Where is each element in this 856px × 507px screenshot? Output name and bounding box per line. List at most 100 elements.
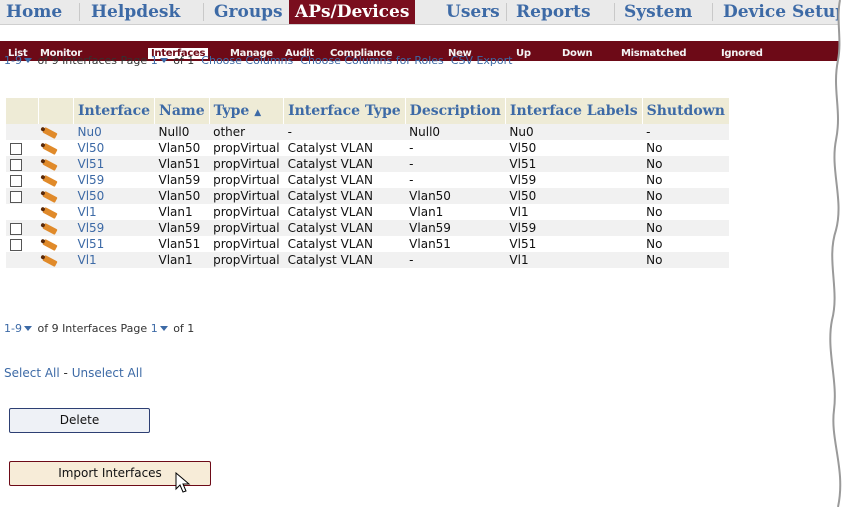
- tab-separator: [712, 3, 713, 21]
- table-row: Vl50 Vlan50 propVirtual Catalyst VLAN Vlan50…: [6, 188, 730, 204]
- cell-name: Vlan1: [154, 252, 210, 268]
- row-edit-cell: [38, 156, 74, 172]
- tab-home[interactable]: Home: [6, 0, 62, 24]
- page-label: Page: [120, 54, 148, 67]
- chevron-down-icon[interactable]: [159, 326, 168, 331]
- pencil-icon[interactable]: [41, 142, 58, 155]
- pencil-icon[interactable]: [41, 158, 58, 171]
- cell-labels: Vl51: [505, 236, 643, 252]
- pencil-icon[interactable]: [41, 174, 58, 187]
- pager-bottom: 1-9 of 9 Interfaces Page 1 of 1: [4, 322, 194, 335]
- cell-interface[interactable]: Vl51: [73, 236, 155, 252]
- cell-labels: Vl1: [505, 252, 643, 268]
- pencil-icon[interactable]: [41, 254, 58, 267]
- page-of: of 1: [173, 322, 195, 335]
- cell-name: Vlan50: [154, 140, 210, 156]
- cell-interface[interactable]: Vl51: [73, 156, 155, 172]
- chevron-down-icon[interactable]: [23, 326, 32, 331]
- cell-shutdown: No: [642, 236, 730, 252]
- row-checkbox[interactable]: [10, 238, 22, 251]
- cell-interface-type: Catalyst VLAN: [283, 140, 406, 156]
- table-row: Vl51 Vlan51 propVirtual Catalyst VLAN Vlan51…: [6, 236, 730, 252]
- torn-edge-decoration: [829, 0, 856, 507]
- selection-separator: -: [59, 366, 72, 380]
- column-header-interface-type[interactable]: Interface Type: [283, 98, 406, 124]
- row-checkbox[interactable]: [10, 174, 22, 187]
- pencil-icon[interactable]: [41, 206, 58, 219]
- delete-button[interactable]: Delete: [9, 408, 150, 433]
- select-column-header: [6, 98, 39, 124]
- cell-name: Vlan59: [154, 172, 210, 188]
- selection-links: Select All - Unselect All: [4, 366, 142, 380]
- subnav-down[interactable]: Down: [562, 48, 593, 59]
- subnav-mismatched[interactable]: Mismatched: [621, 48, 687, 59]
- range-select[interactable]: 1-9: [4, 54, 22, 67]
- cell-interface[interactable]: Vl59: [73, 172, 155, 188]
- tab-helpdesk[interactable]: Helpdesk: [91, 0, 180, 24]
- tab-aps-devices[interactable]: APs/Devices: [289, 0, 416, 24]
- pencil-icon[interactable]: [41, 126, 58, 139]
- row-edit-cell: [38, 140, 74, 156]
- select-all-link[interactable]: Select All: [4, 366, 60, 380]
- cell-interface[interactable]: Vl1: [73, 204, 155, 220]
- pencil-icon[interactable]: [41, 190, 58, 203]
- cell-shutdown: -: [642, 124, 730, 140]
- cell-labels: Vl50: [505, 188, 643, 204]
- row-checkbox[interactable]: [10, 222, 22, 235]
- cell-interface-type: Catalyst VLAN: [283, 188, 406, 204]
- subnav-ignored[interactable]: Ignored: [721, 48, 763, 59]
- row-edit-cell: [38, 204, 74, 220]
- cell-description: -: [405, 156, 506, 172]
- cell-type: propVirtual: [209, 252, 284, 268]
- row-checkbox[interactable]: [10, 142, 22, 155]
- tab-groups[interactable]: Groups: [214, 0, 283, 24]
- cell-interface[interactable]: Vl59: [73, 220, 155, 236]
- column-header-type[interactable]: Type ▲: [209, 98, 285, 124]
- cell-interface[interactable]: Vl50: [73, 140, 155, 156]
- row-select-cell: [6, 188, 39, 204]
- chevron-down-icon[interactable]: [23, 58, 32, 63]
- chevron-down-icon[interactable]: [159, 58, 168, 63]
- choose-columns-link[interactable]: Choose Columns: [201, 54, 293, 67]
- cell-interface[interactable]: Vl50: [73, 188, 155, 204]
- cell-labels: Vl1: [505, 204, 643, 220]
- column-header-description[interactable]: Description: [405, 98, 506, 124]
- cell-interface-type: Catalyst VLAN: [283, 252, 406, 268]
- tab-system[interactable]: System: [624, 0, 692, 24]
- subnav-up[interactable]: Up: [516, 48, 531, 59]
- column-header-interface[interactable]: Interface: [73, 98, 156, 124]
- csv-export-link[interactable]: CSV Export: [451, 54, 513, 67]
- row-select-cell: [6, 204, 39, 220]
- cell-shutdown: No: [642, 220, 730, 236]
- row-edit-cell: [38, 236, 74, 252]
- row-select-cell: [6, 140, 39, 156]
- column-header-interface-labels[interactable]: Interface Labels: [505, 98, 643, 124]
- choose-columns-roles-link[interactable]: Choose Columns for Roles: [300, 54, 444, 67]
- tab-reports[interactable]: Reports: [516, 0, 591, 24]
- cell-interface-type: Catalyst VLAN: [283, 156, 406, 172]
- pencil-icon[interactable]: [41, 238, 58, 251]
- tab-users[interactable]: Users: [446, 0, 500, 24]
- cell-interface-type: Catalyst VLAN: [283, 172, 406, 188]
- row-checkbox[interactable]: [10, 158, 22, 171]
- cell-shutdown: No: [642, 252, 730, 268]
- cell-name: Vlan51: [154, 236, 210, 252]
- cell-type: propVirtual: [209, 220, 284, 236]
- mouse-pointer-icon: [175, 472, 191, 493]
- page-select[interactable]: 1: [151, 54, 158, 67]
- cell-interface[interactable]: Nu0: [73, 124, 155, 140]
- pencil-icon[interactable]: [41, 222, 58, 235]
- cell-interface-type: Catalyst VLAN: [283, 220, 406, 236]
- table-row: Vl50 Vlan50 propVirtual Catalyst VLAN - Vl50 N…: [6, 140, 730, 156]
- cell-type: propVirtual: [209, 236, 284, 252]
- cell-interface[interactable]: Vl1: [73, 252, 155, 268]
- cell-type: propVirtual: [209, 188, 284, 204]
- table-row: Vl1 Vlan1 propVirtual Catalyst VLAN Vlan1 Vl1…: [6, 204, 730, 220]
- page-select[interactable]: 1: [151, 322, 158, 335]
- range-select[interactable]: 1-9: [4, 322, 22, 335]
- row-checkbox[interactable]: [10, 190, 22, 203]
- tab-separator: [614, 3, 615, 21]
- unselect-all-link[interactable]: Unselect All: [72, 366, 143, 380]
- column-header-name[interactable]: Name: [154, 98, 210, 124]
- column-header-shutdown[interactable]: Shutdown: [642, 98, 730, 124]
